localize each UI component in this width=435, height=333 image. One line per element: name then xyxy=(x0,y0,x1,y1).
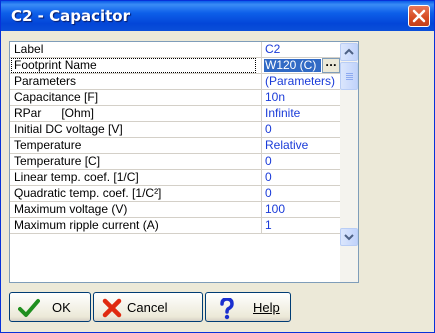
close-button[interactable] xyxy=(408,5,430,27)
vertical-scrollbar[interactable] xyxy=(340,42,358,282)
property-name: Footprint Name xyxy=(11,58,256,73)
cancel-button-label: Cancel xyxy=(127,300,168,315)
property-row-initial-dc-voltage[interactable]: Initial DC voltage [V] 0 xyxy=(10,122,358,138)
property-name: Linear temp. coef. [1/C] xyxy=(14,170,139,184)
property-name: Maximum voltage (V) xyxy=(14,202,128,216)
cancel-button[interactable]: Cancel xyxy=(93,292,203,322)
property-row-label[interactable]: Label C2 xyxy=(10,42,358,58)
property-name: Maximum ripple current (A) xyxy=(14,218,159,232)
chevron-down-icon xyxy=(344,234,354,241)
property-name: Temperature xyxy=(14,138,82,152)
close-icon xyxy=(412,9,426,23)
grip-line xyxy=(346,75,353,76)
scroll-up-button[interactable] xyxy=(340,43,358,61)
property-name: RPar [Ohm] xyxy=(14,106,95,120)
property-name: Capacitance [F] xyxy=(14,90,99,104)
property-row-capacitance[interactable]: Capacitance [F] 10n xyxy=(10,90,358,106)
window-title: C2 - Capacitor xyxy=(11,7,131,25)
grip-line xyxy=(346,73,353,74)
property-name: Temperature [C] xyxy=(14,154,101,168)
property-name: Label xyxy=(14,42,44,56)
browse-button[interactable]: ... xyxy=(322,58,340,73)
ok-button-label: OK xyxy=(52,300,71,315)
property-row-linear-temp-coef[interactable]: Linear temp. coef. [1/C] 0 xyxy=(10,170,358,186)
property-name: Parameters xyxy=(14,74,77,88)
checkmark-icon xyxy=(18,299,40,317)
property-row-maximum-ripple-current[interactable]: Maximum ripple current (A) 1 xyxy=(10,218,358,234)
property-name: Initial DC voltage [V] xyxy=(14,122,123,136)
property-row-footprint-name[interactable]: Footprint Name W120 (C) ... xyxy=(10,58,358,74)
property-row-quadratic-temp-coef[interactable]: Quadratic temp. coef. [1/C²] 0 xyxy=(10,186,358,202)
ok-button[interactable]: OK xyxy=(9,292,91,322)
capacitor-dialog: C2 - Capacitor Label C2 Footprint Name W… xyxy=(0,0,435,333)
help-button[interactable]: Help xyxy=(205,292,291,322)
property-row-maximum-voltage[interactable]: Maximum voltage (V) 100 xyxy=(10,202,358,218)
chevron-up-icon xyxy=(344,48,354,55)
property-row-rpar[interactable]: RPar [Ohm] Infinite xyxy=(10,106,358,122)
property-name: Quadratic temp. coef. [1/C²] xyxy=(14,186,162,200)
property-row-temperature-mode[interactable]: Temperature Relative xyxy=(10,138,358,154)
cross-icon xyxy=(102,298,122,318)
title-bar[interactable]: C2 - Capacitor xyxy=(1,1,434,31)
question-icon xyxy=(220,298,234,320)
property-grid[interactable]: Label C2 Footprint Name W120 (C) ... Par… xyxy=(9,41,359,283)
help-button-label: Help xyxy=(253,300,280,315)
property-row-temperature[interactable]: Temperature [C] 0 xyxy=(10,154,358,170)
scroll-down-button[interactable] xyxy=(340,228,358,246)
property-row-parameters[interactable]: Parameters (Parameters) xyxy=(10,74,358,90)
footprint-name-input[interactable]: W120 (C) xyxy=(264,59,321,72)
scroll-thumb[interactable] xyxy=(340,62,358,90)
grip-line xyxy=(346,79,353,80)
grip-line xyxy=(346,77,353,78)
